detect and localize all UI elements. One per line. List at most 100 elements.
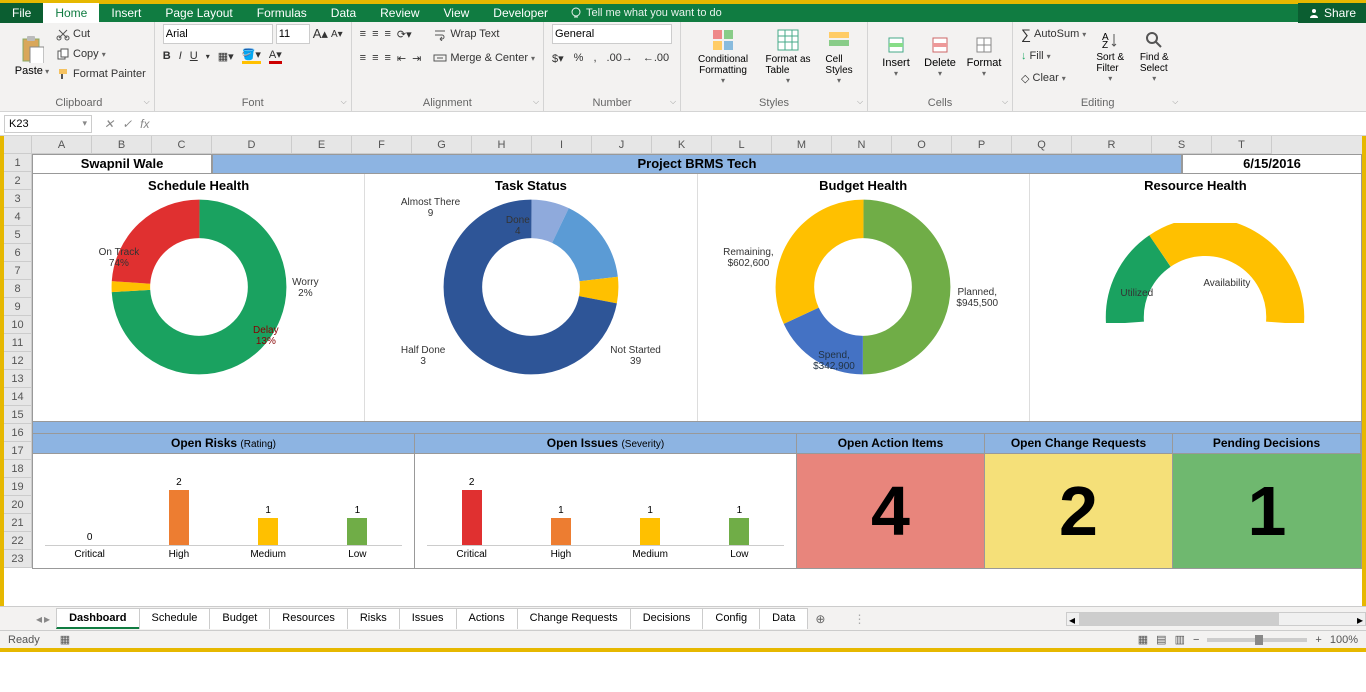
sheet-tab-config[interactable]: Config — [702, 608, 760, 629]
border-button[interactable]: ▦▾ — [218, 50, 234, 63]
align-middle-icon[interactable]: ≡ — [372, 28, 378, 40]
col-header-O[interactable]: O — [892, 136, 952, 154]
col-header-D[interactable]: D — [212, 136, 292, 154]
percent-format-icon[interactable]: % — [574, 52, 584, 64]
number-format-select[interactable] — [552, 24, 672, 44]
next-sheet-icon[interactable]: ▸ — [44, 612, 50, 626]
fill-button[interactable]: ↓Fill — [1021, 46, 1086, 66]
row-header-13[interactable]: 13 — [4, 370, 32, 388]
row-header-7[interactable]: 7 — [4, 262, 32, 280]
sort-filter-button[interactable]: AZ Sort &Filter — [1090, 24, 1130, 88]
col-header-E[interactable]: E — [292, 136, 352, 154]
tab-review[interactable]: Review — [368, 3, 431, 23]
cut-button[interactable]: Cut — [56, 24, 146, 44]
decrease-font-icon[interactable]: A▾ — [331, 29, 343, 40]
chart-task-status[interactable]: Task Status Done 4 Almost There 9 Half D… — [365, 174, 697, 421]
col-header-F[interactable]: F — [352, 136, 412, 154]
fx-icon[interactable]: fx — [140, 117, 149, 131]
row-header-14[interactable]: 14 — [4, 388, 32, 406]
author-cell[interactable]: Swapnil Wale — [32, 154, 212, 174]
col-header-S[interactable]: S — [1152, 136, 1212, 154]
cancel-formula-icon[interactable]: ✕ — [104, 117, 114, 131]
col-header-H[interactable]: H — [472, 136, 532, 154]
align-left-icon[interactable]: ≡ — [360, 52, 366, 64]
sheet-tab-change-requests[interactable]: Change Requests — [517, 608, 631, 629]
autosum-button[interactable]: ∑AutoSum — [1021, 24, 1086, 44]
orientation-icon[interactable]: ⟳▾ — [397, 28, 412, 41]
col-header-P[interactable]: P — [952, 136, 1012, 154]
view-page-break-icon[interactable]: ▥ — [1175, 633, 1185, 646]
font-color-button[interactable]: A▾ — [269, 48, 282, 64]
row-header-9[interactable]: 9 — [4, 298, 32, 316]
align-center-icon[interactable]: ≡ — [372, 52, 378, 64]
formula-input[interactable] — [157, 122, 1366, 126]
row-header-6[interactable]: 6 — [4, 244, 32, 262]
fill-color-button[interactable]: 🪣▾ — [242, 48, 261, 64]
conditional-formatting-button[interactable]: ConditionalFormatting — [689, 24, 757, 88]
insert-cells-button[interactable]: Insert — [876, 24, 916, 88]
col-header-G[interactable]: G — [412, 136, 472, 154]
sheet-tab-budget[interactable]: Budget — [209, 608, 270, 629]
chart-resource-health[interactable]: Resource Health Availability Utilized — [1030, 174, 1361, 421]
accounting-format-icon[interactable]: $▾ — [552, 52, 564, 65]
find-select-button[interactable]: Find &Select — [1134, 24, 1174, 88]
chart-open-risks[interactable]: 0Critical2High1Medium1Low — [33, 454, 415, 568]
name-box[interactable]: K23▾ — [4, 115, 92, 133]
decrease-decimal-icon[interactable]: ←.00 — [643, 52, 669, 64]
tab-data[interactable]: Data — [319, 3, 368, 23]
row-header-17[interactable]: 17 — [4, 442, 32, 460]
row-header-16[interactable]: 16 — [4, 424, 32, 442]
tab-formulas[interactable]: Formulas — [245, 3, 319, 23]
italic-button[interactable]: I — [179, 50, 182, 62]
sheet-tab-risks[interactable]: Risks — [347, 608, 400, 629]
zoom-slider[interactable] — [1207, 638, 1307, 642]
row-header-8[interactable]: 8 — [4, 280, 32, 298]
tab-insert[interactable]: Insert — [99, 3, 153, 23]
tab-home[interactable]: Home — [43, 3, 99, 23]
align-top-icon[interactable]: ≡ — [360, 28, 366, 40]
macro-record-icon[interactable]: ▦ — [60, 633, 70, 646]
row-header-10[interactable]: 10 — [4, 316, 32, 334]
wrap-text-button[interactable]: Wrap Text — [433, 24, 535, 44]
col-header-L[interactable]: L — [712, 136, 772, 154]
paste-button[interactable]: Paste — [12, 24, 52, 88]
col-header-J[interactable]: J — [592, 136, 652, 154]
col-header-N[interactable]: N — [832, 136, 892, 154]
chart-open-issues[interactable]: 2Critical1High1Medium1Low — [415, 454, 797, 568]
clear-button[interactable]: ◇Clear — [1021, 68, 1086, 88]
row-header-20[interactable]: 20 — [4, 496, 32, 514]
copy-button[interactable]: Copy — [56, 44, 146, 64]
row-header-21[interactable]: 21 — [4, 514, 32, 532]
row-header-1[interactable]: 1 — [4, 154, 32, 172]
merge-center-button[interactable]: Merge & Center — [433, 48, 535, 68]
increase-decimal-icon[interactable]: .00→ — [607, 52, 633, 64]
row-header-19[interactable]: 19 — [4, 478, 32, 496]
col-header-I[interactable]: I — [532, 136, 592, 154]
view-normal-icon[interactable]: ▦ — [1138, 633, 1148, 646]
align-bottom-icon[interactable]: ≡ — [385, 28, 391, 40]
cell-styles-button[interactable]: CellStyles — [819, 24, 859, 88]
underline-button[interactable]: U — [190, 50, 198, 62]
project-title-cell[interactable]: Project BRMS Tech — [212, 154, 1182, 174]
sheet-tab-dashboard[interactable]: Dashboard — [56, 608, 139, 629]
row-header-15[interactable]: 15 — [4, 406, 32, 424]
increase-indent-icon[interactable]: ⇥ — [412, 52, 421, 65]
sheet-tab-data[interactable]: Data — [759, 608, 808, 629]
col-header-B[interactable]: B — [92, 136, 152, 154]
format-cells-button[interactable]: Format — [964, 24, 1004, 88]
date-cell[interactable]: 6/15/2016 — [1182, 154, 1362, 174]
increase-font-icon[interactable]: A▴ — [313, 26, 328, 42]
tab-file[interactable]: File — [0, 3, 43, 23]
font-name-select[interactable] — [163, 24, 273, 44]
select-all-corner[interactable] — [4, 136, 32, 154]
col-header-R[interactable]: R — [1072, 136, 1152, 154]
zoom-out-icon[interactable]: − — [1193, 634, 1199, 646]
metric-decisions[interactable]: 1 — [1173, 454, 1361, 568]
view-page-layout-icon[interactable]: ▤ — [1156, 633, 1166, 646]
row-header-18[interactable]: 18 — [4, 460, 32, 478]
decrease-indent-icon[interactable]: ⇤ — [397, 52, 406, 65]
enter-formula-icon[interactable]: ✓ — [122, 117, 132, 131]
delete-cells-button[interactable]: Delete — [920, 24, 960, 88]
col-header-T[interactable]: T — [1212, 136, 1272, 154]
col-header-Q[interactable]: Q — [1012, 136, 1072, 154]
